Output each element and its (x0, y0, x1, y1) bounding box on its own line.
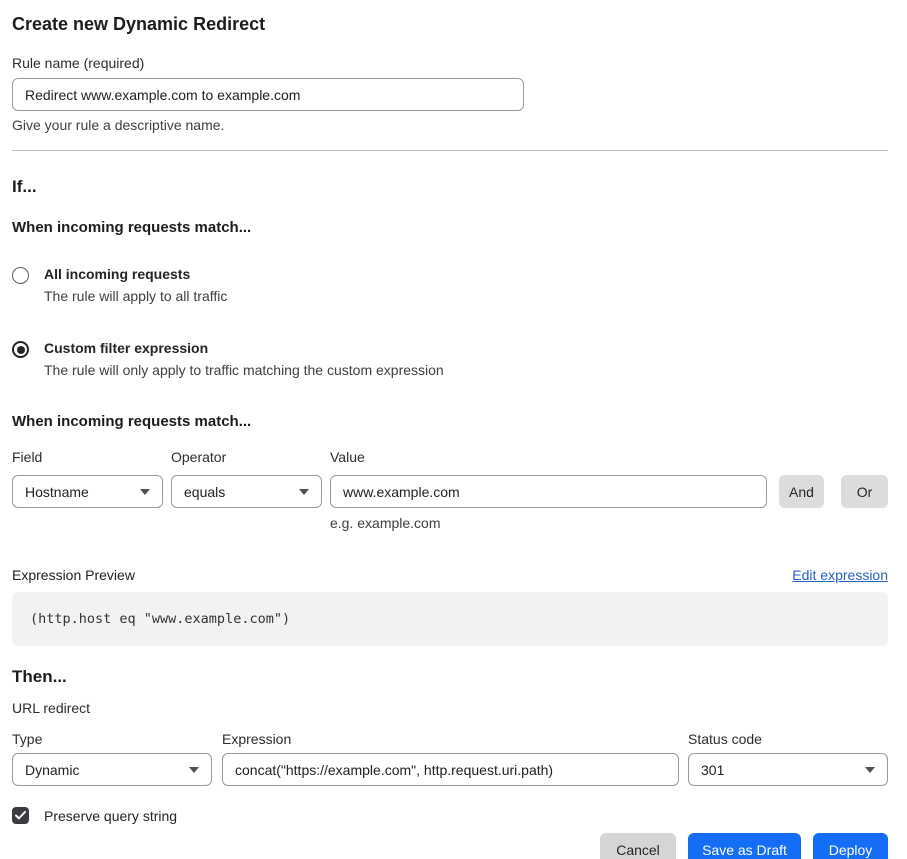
operator-select-value: equals (184, 484, 225, 500)
chevron-down-icon (865, 767, 875, 773)
and-or-buttons: And Or (779, 475, 888, 508)
operator-select[interactable]: equals (171, 475, 322, 508)
deploy-button[interactable]: Deploy (813, 833, 888, 859)
rule-name-help: Give your rule a descriptive name. (12, 117, 888, 133)
field-select[interactable]: Hostname (12, 475, 163, 508)
chevron-down-icon (189, 767, 199, 773)
type-select[interactable]: Dynamic (12, 753, 212, 786)
cancel-button[interactable]: Cancel (600, 833, 676, 859)
create-redirect-form: Create new Dynamic Redirect Rule name (r… (0, 0, 907, 859)
then-row: Dynamic 301 (12, 753, 888, 786)
url-redirect-label: URL redirect (12, 700, 888, 716)
then-labels: Type Expression Status code (12, 731, 888, 747)
expression-preview-code: (http.host eq "www.example.com") (30, 611, 290, 627)
field-select-value: Hostname (25, 484, 89, 500)
then-heading: Then... (12, 667, 888, 687)
redirect-expression-input[interactable] (222, 753, 679, 786)
save-as-draft-button[interactable]: Save as Draft (688, 833, 801, 859)
field-label: Field (12, 449, 163, 465)
operator-label: Operator (171, 449, 322, 465)
section-divider (12, 150, 888, 151)
chevron-down-icon (299, 489, 309, 495)
check-icon (15, 811, 26, 820)
status-code-label: Status code (688, 731, 888, 747)
builder-labels: Field Operator Value (12, 449, 888, 465)
preserve-query-row[interactable]: Preserve query string (12, 807, 888, 824)
expression-preview-row: Expression Preview Edit expression (12, 567, 888, 583)
expression-label: Expression (222, 731, 679, 747)
match-heading: When incoming requests match... (12, 219, 888, 236)
footer-actions: Cancel Save as Draft Deploy (12, 833, 888, 859)
radio-texts: Custom filter expression The rule will o… (44, 340, 444, 378)
checkbox-checked[interactable] (12, 807, 29, 824)
if-heading: If... (12, 177, 888, 197)
radio-texts: All incoming requests The rule will appl… (44, 266, 227, 304)
value-input[interactable] (330, 475, 767, 508)
page-title: Create new Dynamic Redirect (12, 14, 888, 35)
status-code-select[interactable]: 301 (688, 753, 888, 786)
value-help: e.g. example.com (330, 515, 888, 531)
edit-expression-link[interactable]: Edit expression (792, 567, 888, 583)
rule-name-input[interactable] (12, 78, 524, 111)
radio-button[interactable] (12, 267, 29, 284)
radio-label: Custom filter expression (44, 340, 444, 356)
type-label: Type (12, 731, 212, 747)
status-code-select-value: 301 (701, 762, 724, 778)
option-all-incoming-requests[interactable]: All incoming requests The rule will appl… (12, 266, 888, 304)
chevron-down-icon (140, 489, 150, 495)
builder-row: Hostname equals And Or (12, 475, 888, 508)
rule-name-label: Rule name (required) (12, 55, 888, 71)
radio-description: The rule will apply to all traffic (44, 288, 227, 304)
builder-heading: When incoming requests match... (12, 413, 888, 430)
or-button[interactable]: Or (841, 475, 888, 508)
type-select-value: Dynamic (25, 762, 79, 778)
value-label: Value (330, 449, 767, 465)
expression-preview-label: Expression Preview (12, 567, 135, 583)
preserve-query-label: Preserve query string (44, 808, 177, 824)
radio-button-checked[interactable] (12, 341, 29, 358)
radio-label: All incoming requests (44, 266, 227, 282)
expression-preview-block: (http.host eq "www.example.com") (12, 592, 888, 646)
and-button[interactable]: And (779, 475, 824, 508)
radio-description: The rule will only apply to traffic matc… (44, 362, 444, 378)
option-custom-filter-expression[interactable]: Custom filter expression The rule will o… (12, 340, 888, 378)
